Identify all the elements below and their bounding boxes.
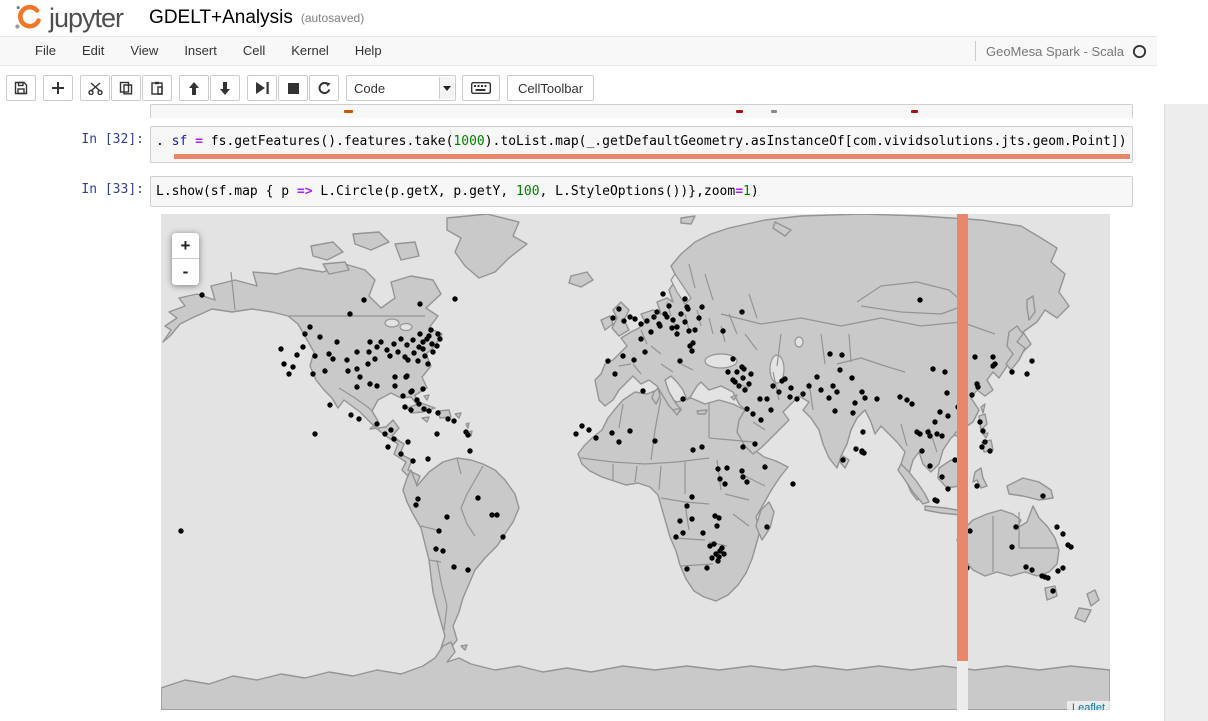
input-prompt-33: In [33]: bbox=[0, 176, 150, 207]
code-seg: 100 bbox=[516, 184, 539, 199]
leaflet-link[interactable]: Leaflet bbox=[1072, 702, 1105, 710]
arrow-up-icon bbox=[188, 82, 200, 95]
zoom-in-button[interactable]: + bbox=[172, 233, 199, 259]
crete bbox=[697, 410, 707, 414]
kernel-name: GeoMesa Spark - Scala bbox=[986, 44, 1124, 59]
copy-icon bbox=[119, 81, 133, 95]
interrupt-kernel-button[interactable] bbox=[278, 75, 308, 101]
menu-cell[interactable]: Cell bbox=[230, 37, 278, 65]
map-attribution: Leaflet bbox=[1067, 701, 1110, 710]
stop-icon bbox=[288, 83, 299, 94]
great-lakes bbox=[385, 319, 399, 327]
zoom-out-button[interactable]: - bbox=[172, 259, 199, 285]
command-palette-button[interactable] bbox=[462, 75, 500, 101]
move-cell-down-button[interactable] bbox=[210, 75, 240, 101]
code-seg: ) bbox=[751, 184, 759, 199]
clipped-code-cell[interactable] bbox=[0, 104, 1133, 118]
code-seg: fs.getFeatures().features.take( bbox=[203, 134, 453, 149]
titlebar: jupyter GDELT+Analysis (autosaved) bbox=[0, 0, 1208, 36]
move-cell-up-button[interactable] bbox=[179, 75, 209, 101]
code-seg: => bbox=[297, 184, 313, 199]
autosave-status: (autosaved) bbox=[301, 11, 364, 25]
code-line-33: L.show(sf.map { p => L.Circle(p.getX, p.… bbox=[151, 177, 1132, 206]
select-arrow-zone bbox=[439, 77, 454, 99]
aral-sea bbox=[795, 337, 803, 347]
plus-icon bbox=[52, 82, 64, 94]
code-input-33[interactable]: L.show(sf.map { p => L.Circle(p.getX, p.… bbox=[150, 176, 1133, 207]
input-prompt-32: In [32]: bbox=[0, 126, 150, 163]
horizontal-scrollbar[interactable] bbox=[151, 152, 1132, 162]
menu-insert[interactable]: Insert bbox=[171, 37, 230, 65]
paste-cell-button[interactable] bbox=[142, 75, 172, 101]
code-seg: . bbox=[156, 134, 172, 149]
paste-icon bbox=[150, 81, 164, 95]
code-seg bbox=[187, 134, 195, 149]
code-seg: L.Circle(p.getX, p.getY, bbox=[313, 184, 517, 199]
output-vertical-scrollbar[interactable] bbox=[957, 214, 968, 710]
kernel-separator bbox=[975, 41, 976, 61]
toolbar: Code CellToolbar bbox=[6, 73, 1208, 103]
run-icon bbox=[256, 82, 269, 94]
jupyter-logo-icon bbox=[14, 3, 44, 33]
add-cell-button[interactable] bbox=[43, 75, 73, 101]
notebook-title[interactable]: GDELT+Analysis bbox=[149, 7, 293, 29]
code-seg: ).toList.map(_.getDefaultGeometry.asInst… bbox=[485, 134, 1127, 149]
menubar: File Edit View Insert Cell Kernel Help G… bbox=[0, 36, 1157, 66]
chevron-down-icon bbox=[443, 86, 451, 91]
cell-type-select[interactable]: Code bbox=[346, 75, 456, 101]
code-seg: 1 bbox=[743, 184, 751, 199]
code-line-32: . sf = fs.getFeatures().features.take(10… bbox=[151, 127, 1132, 152]
code-seg: L.show(sf.map { p bbox=[156, 184, 297, 199]
menu-edit[interactable]: Edit bbox=[69, 37, 117, 65]
code-cell-32: In [32]: . sf = fs.getFeatures().feature… bbox=[0, 126, 1133, 163]
menu-file[interactable]: File bbox=[22, 37, 69, 65]
notebook-area: In [32]: . sf = fs.getFeatures().feature… bbox=[0, 104, 1208, 710]
code-seg: = bbox=[735, 184, 743, 199]
code-seg: sf bbox=[172, 134, 188, 149]
menu-help[interactable]: Help bbox=[342, 37, 395, 65]
restart-icon bbox=[317, 82, 331, 95]
restart-kernel-button[interactable] bbox=[309, 75, 339, 101]
save-icon bbox=[14, 81, 28, 95]
clipped-cell-input[interactable] bbox=[150, 104, 1133, 118]
cell-output-map: + - Leaflet bbox=[0, 214, 1208, 710]
scissors-icon bbox=[88, 82, 103, 95]
celltoolbar-button[interactable]: CellToolbar bbox=[507, 75, 594, 101]
cut-cell-button[interactable] bbox=[80, 75, 110, 101]
code-seg: 1000 bbox=[453, 134, 484, 149]
arrow-down-icon bbox=[219, 82, 231, 95]
menu-view[interactable]: View bbox=[117, 37, 171, 65]
code-input-32[interactable]: . sf = fs.getFeatures().features.take(10… bbox=[150, 126, 1133, 163]
jupyter-logo[interactable]: jupyter bbox=[14, 3, 123, 33]
kernel-idle-icon bbox=[1132, 44, 1147, 59]
logo-text: jupyter bbox=[49, 3, 123, 33]
great-lakes bbox=[400, 324, 412, 331]
output-scrollbar-thumb[interactable] bbox=[957, 214, 968, 661]
horizontal-scrollbar-thumb[interactable] bbox=[174, 154, 1130, 159]
menu-kernel[interactable]: Kernel bbox=[278, 37, 342, 65]
zoom-control: + - bbox=[172, 233, 199, 285]
keyboard-icon bbox=[471, 82, 491, 94]
code-seg: , L.StyleOptions())},zoom bbox=[540, 184, 736, 199]
cell-type-value: Code bbox=[354, 81, 385, 96]
copy-cell-button[interactable] bbox=[111, 75, 141, 101]
code-cell-33: In [33]: L.show(sf.map { p => L.Circle(p… bbox=[0, 176, 1133, 207]
save-button[interactable] bbox=[6, 75, 36, 101]
run-cell-button[interactable] bbox=[247, 75, 277, 101]
code-seg: = bbox=[195, 134, 203, 149]
